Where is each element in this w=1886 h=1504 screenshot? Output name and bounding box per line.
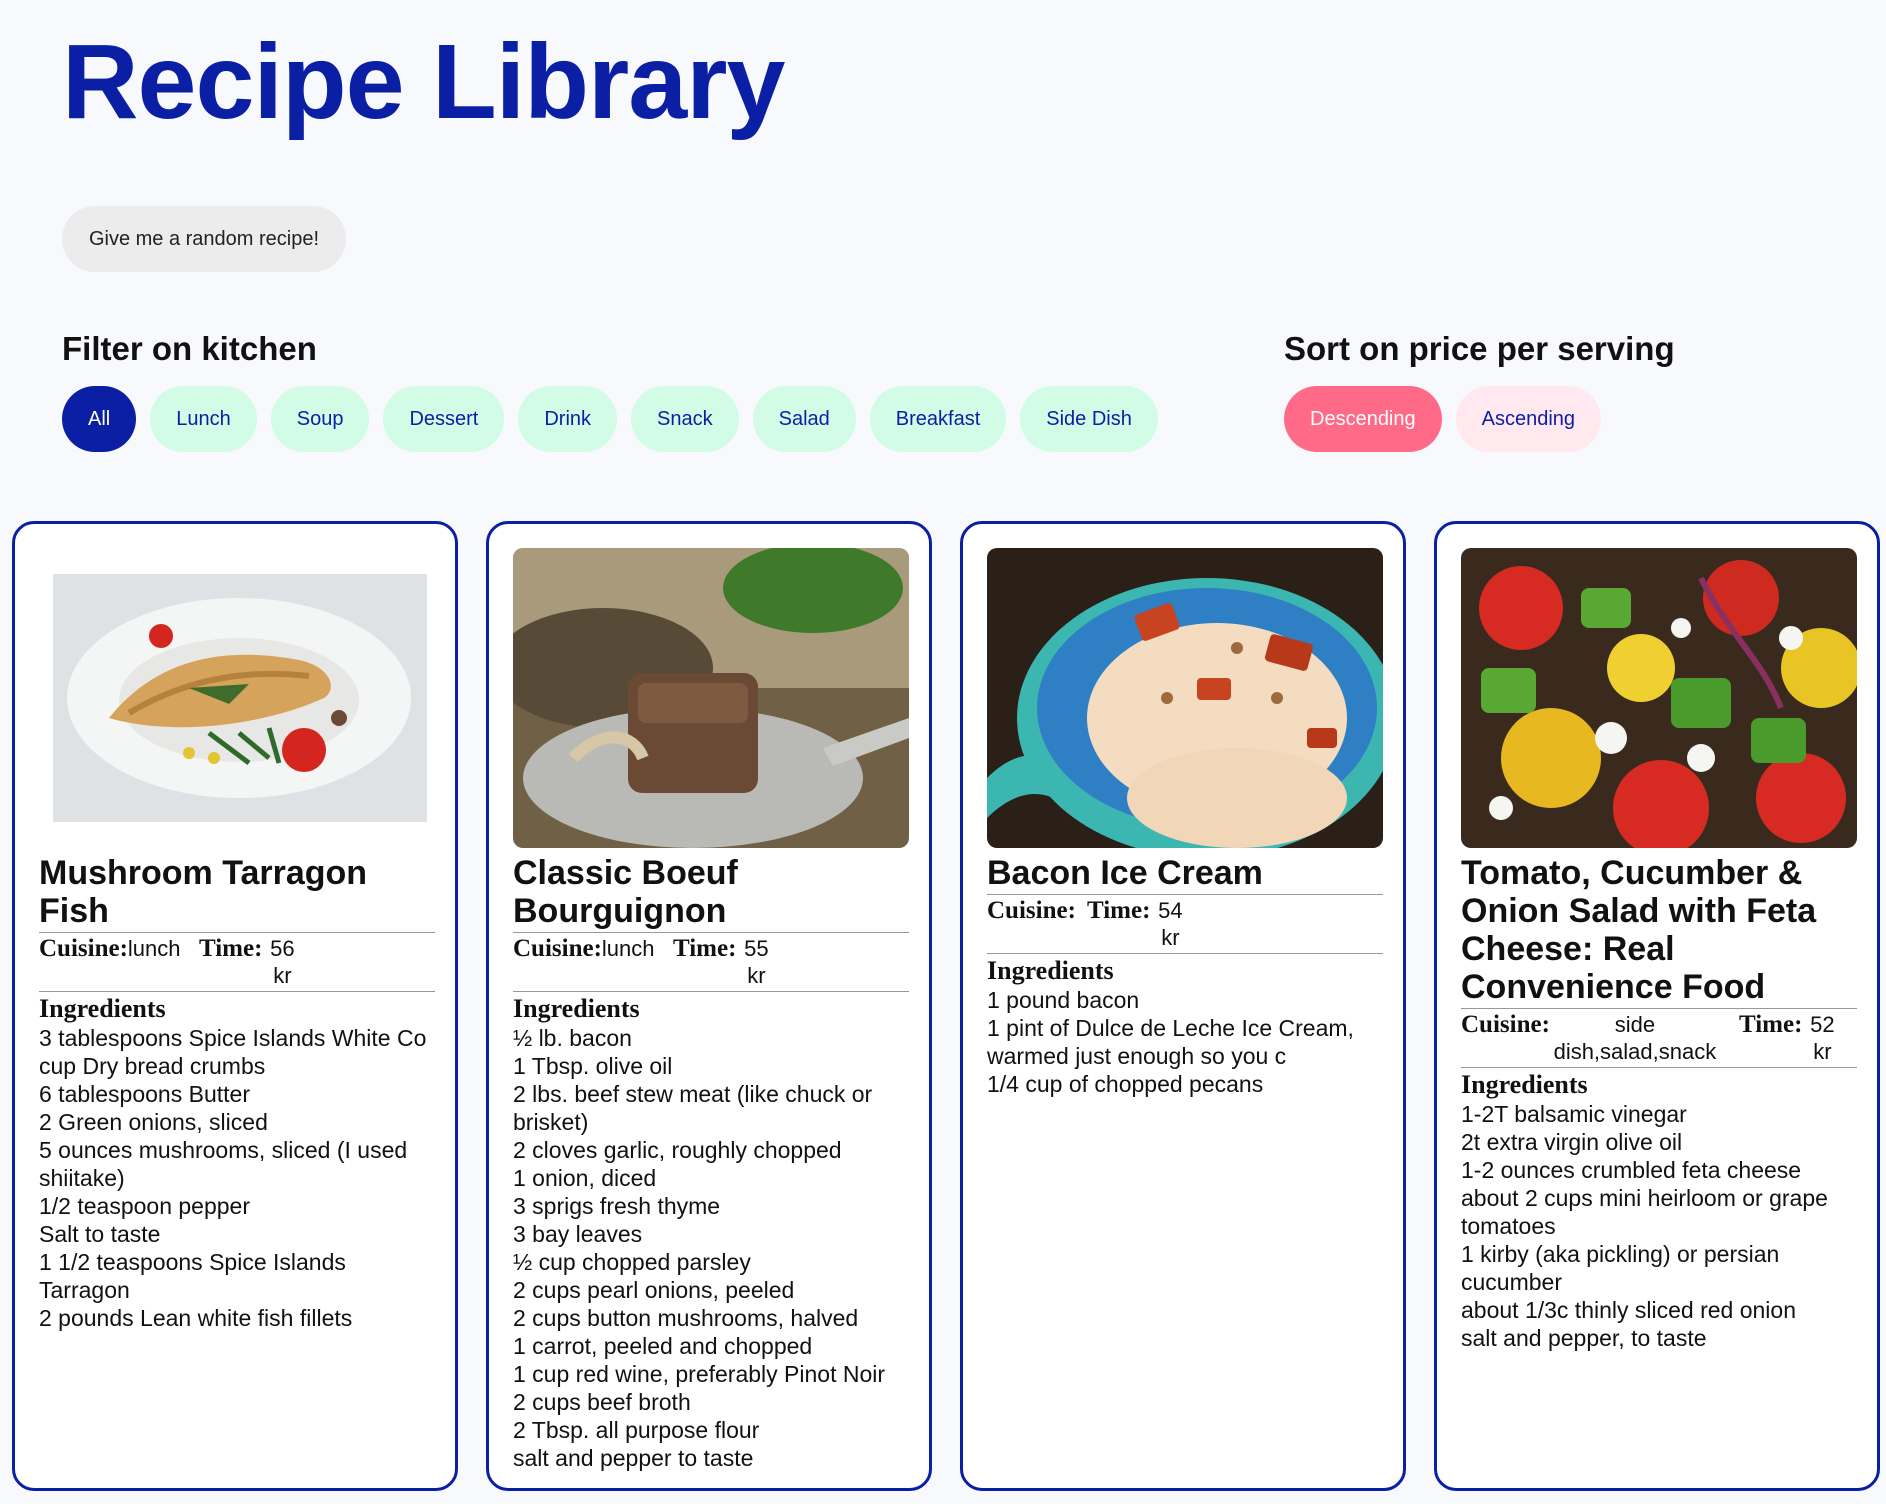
time-label: Time: [1087, 897, 1151, 924]
sort-descending-button[interactable]: Descending [1284, 386, 1442, 452]
ingredient-item: 1 Tbsp. olive oil [513, 1053, 673, 1079]
cuisine-value: lunch [601, 936, 655, 961]
cuisine-label: Cuisine: [1461, 1011, 1550, 1038]
ingredient-item: 1 onion, diced [513, 1165, 657, 1191]
ingredient-list: ½ lb. bacon 1 Tbsp. olive oil 2 lbs. bee… [513, 1024, 909, 1472]
page-title: Recipe Library [62, 23, 785, 141]
ingredient-item: 5 ounces mushrooms, sliced (I used shiit… [39, 1137, 408, 1191]
time-value: 56 [270, 936, 295, 961]
sort-ascending-button[interactable]: Ascending [1455, 386, 1602, 452]
currency-unit: kr [747, 963, 766, 988]
ingredient-item: 2 pounds Lean white fish fillets [39, 1305, 353, 1331]
ingredient-item: 1-2T balsamic vinegar [1461, 1101, 1687, 1127]
ingredient-item: ½ cup chopped parsley [513, 1249, 751, 1275]
ingredient-list: 1 pound bacon 1 pint of Dulce de Leche I… [987, 986, 1383, 1098]
ingredient-item: 1 pint of Dulce de Leche Ice Cream, warm… [987, 1015, 1354, 1069]
sort-chips: Descending Ascending [1284, 386, 1602, 452]
recipe-card: Tomato, Cucumber & Onion Salad with Feta… [1434, 521, 1880, 1491]
recipe-meta: Cuisine: side dish,salad,snack Time: 52 kr [1461, 1009, 1857, 1068]
ingredient-item: 1 1/2 teaspoons Spice Islands Tarragon [39, 1249, 346, 1303]
filter-chip-snack[interactable]: Snack [631, 386, 739, 452]
recipe-title: Mushroom Tarragon Fish [39, 854, 435, 933]
recipe-card: Mushroom Tarragon Fish Cuisine: lunch Tim… [12, 521, 458, 1491]
ingredient-item: 1 kirby (aka pickling) or persian cucumb… [1461, 1241, 1780, 1295]
filter-chip-salad[interactable]: Salad [752, 386, 856, 452]
filter-chip-side-dish[interactable]: Side Dish [1020, 386, 1158, 452]
time-label: Time: [199, 935, 263, 962]
time-label: Time: [673, 935, 737, 962]
recipe-image-fish [39, 548, 435, 848]
ingredient-item: 1 carrot, peeled and chopped [513, 1333, 813, 1359]
filter-chips: All Lunch Soup Dessert Drink Snack Salad… [62, 386, 1158, 452]
recipe-image-beef [513, 548, 909, 848]
cuisine-value: lunch [127, 936, 181, 961]
time-value: 54 [1158, 898, 1183, 923]
filter-chip-soup[interactable]: Soup [270, 386, 370, 452]
recipe-title: Classic Boeuf Bourguignon [513, 854, 909, 933]
recipe-meta: Cuisine: Time: 54 kr [987, 895, 1383, 954]
ingredient-item: salt and pepper to taste [513, 1445, 754, 1471]
filter-chip-lunch[interactable]: Lunch [150, 386, 257, 452]
ingredient-item: 2 lbs. beef stew meat (like chuck or bri… [513, 1081, 873, 1135]
time-value: 55 [744, 936, 769, 961]
time-label: Time: [1739, 1011, 1803, 1038]
sort-heading: Sort on price per serving [1284, 330, 1675, 367]
ingredient-item: 2t extra virgin olive oil [1461, 1129, 1683, 1155]
random-recipe-button[interactable]: Give me a random recipe! [62, 206, 346, 272]
ingredient-item: about 2 cups mini heirloom or grape toma… [1461, 1185, 1828, 1239]
filter-chip-all[interactable]: All [62, 386, 137, 452]
recipe-title: Tomato, Cucumber & Onion Salad with Feta… [1461, 854, 1857, 1009]
cuisine-label: Cuisine: [513, 935, 602, 962]
filter-chip-breakfast[interactable]: Breakfast [869, 386, 1007, 452]
currency-unit: kr [1813, 1039, 1832, 1064]
cuisine-label: Cuisine: [987, 897, 1076, 924]
ingredient-item: 2 Tbsp. all purpose flour [513, 1417, 760, 1443]
ingredient-item: cup Dry bread crumbs [39, 1053, 266, 1079]
ingredient-item: 2 Green onions, sliced [39, 1109, 268, 1135]
cuisine-label: Cuisine: [39, 935, 128, 962]
ingredient-item: ½ lb. bacon [513, 1025, 632, 1051]
ingredient-item: 2 cloves garlic, roughly chopped [513, 1137, 842, 1163]
recipe-card: Bacon Ice Cream Cuisine: Time: 54 kr Ingr… [960, 521, 1406, 1491]
filter-chip-dessert[interactable]: Dessert [383, 386, 505, 452]
ingredient-item: 3 sprigs fresh thyme [513, 1193, 721, 1219]
ingredient-list: 1-2T balsamic vinegar 2t extra virgin ol… [1461, 1100, 1857, 1352]
ingredient-list: 3 tablespoons Spice Islands White Co cup… [39, 1024, 435, 1332]
ingredients-heading: Ingredients [1461, 1070, 1588, 1099]
ingredients-heading: Ingredients [513, 994, 640, 1023]
recipe-title: Bacon Ice Cream [987, 854, 1383, 895]
ingredient-item: 1 pound bacon [987, 987, 1140, 1013]
cuisine-value: side dish,salad,snack [1553, 1012, 1717, 1064]
ingredient-item: 1/4 cup of chopped pecans [987, 1071, 1264, 1097]
time-value: 52 [1810, 1012, 1835, 1037]
ingredients-heading: Ingredients [987, 956, 1114, 985]
ingredient-item: 3 bay leaves [513, 1221, 643, 1247]
recipe-meta: Cuisine: lunch Time: 56 kr [39, 933, 435, 992]
recipe-card: Classic Boeuf Bourguignon Cuisine: lunch … [486, 521, 932, 1491]
ingredient-item: Salt to taste [39, 1221, 161, 1247]
ingredient-item: 6 tablespoons Butter [39, 1081, 250, 1107]
ingredient-item: 2 cups beef broth [513, 1389, 691, 1415]
ingredient-item: 2 cups button mushrooms, halved [513, 1305, 859, 1331]
filter-chip-drink[interactable]: Drink [518, 386, 618, 452]
ingredient-item: 1/2 teaspoon pepper [39, 1193, 251, 1219]
recipe-meta: Cuisine: lunch Time: 55 kr [513, 933, 909, 992]
recipe-image-ice-cream [987, 548, 1383, 848]
currency-unit: kr [1161, 925, 1180, 950]
ingredient-item: 2 cups pearl onions, peeled [513, 1277, 795, 1303]
ingredient-item: 1 cup red wine, preferably Pinot Noir [513, 1361, 886, 1387]
recipe-image-salad [1461, 548, 1857, 848]
ingredients-heading: Ingredients [39, 994, 166, 1023]
ingredient-item: 1-2 ounces crumbled feta cheese [1461, 1157, 1802, 1183]
filter-heading: Filter on kitchen [62, 330, 317, 367]
ingredient-item: salt and pepper, to taste [1461, 1325, 1707, 1351]
currency-unit: kr [273, 963, 292, 988]
ingredient-item: about 1/3c thinly sliced red onion [1461, 1297, 1796, 1323]
ingredient-item: 3 tablespoons Spice Islands White Co [39, 1025, 427, 1051]
